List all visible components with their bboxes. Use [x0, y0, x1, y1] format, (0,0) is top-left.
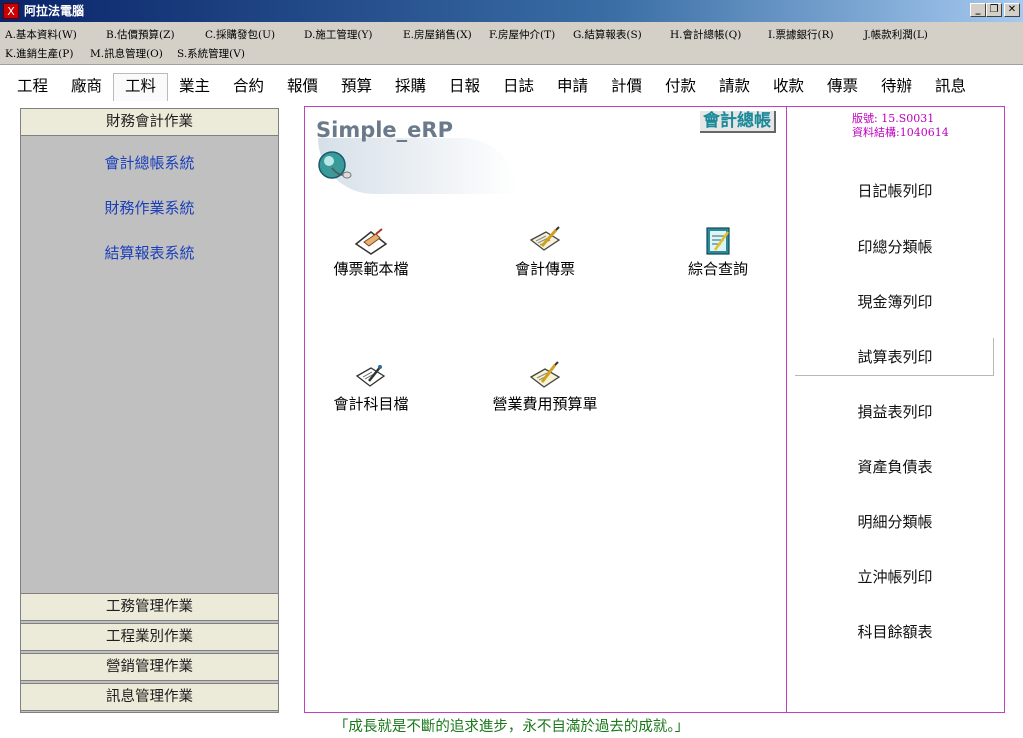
tab-application[interactable]: 申請 — [557, 74, 588, 98]
tab-budget[interactable]: 預算 — [341, 74, 372, 98]
expense-budget-button[interactable]: 營業費用預算單 — [465, 361, 625, 415]
tab-daily-report[interactable]: 日報 — [449, 74, 480, 98]
logo-text: Simple_eRP — [316, 118, 453, 142]
nav-section-message-mgmt[interactable]: 訊息管理作業 — [20, 683, 279, 711]
hand-writing-icon — [354, 228, 388, 255]
menu-item-settlement-report[interactable]: G.結算報表(S) — [573, 26, 642, 44]
voucher-template-label: 傳票範本檔 — [333, 260, 409, 278]
menu-item-inventory-production[interactable]: K.進銷生產(P) — [5, 45, 73, 63]
nav-link-general-ledger[interactable]: 會計總帳系統 — [20, 152, 279, 174]
nav-section-marketing-mgmt[interactable]: 營銷管理作業 — [20, 653, 279, 681]
tab-journal[interactable]: 日誌 — [503, 74, 534, 98]
menu-item-estimate-budget[interactable]: B.估價預算(Z) — [106, 26, 175, 44]
panel-divider — [786, 106, 787, 713]
budget-sheet-icon — [529, 361, 561, 388]
app-icon[interactable]: X — [3, 3, 19, 19]
query-book-icon — [706, 227, 730, 255]
tab-billing[interactable]: 請款 — [719, 74, 750, 98]
window-title: 阿拉法電腦 — [24, 4, 85, 18]
nav-section-engineering-mgmt[interactable]: 工務管理作業 — [20, 593, 279, 621]
tab-contract[interactable]: 合約 — [233, 74, 264, 98]
tab-project[interactable]: 工程 — [17, 74, 48, 98]
globe-mouse-icon — [318, 151, 352, 179]
motto-text: 「成長就是不斷的追求進步，永不自滿於過去的成就。」 — [333, 719, 690, 735]
tab-vendor[interactable]: 廠商 — [71, 74, 102, 98]
nav-link-finance-ops[interactable]: 財務作業系統 — [20, 197, 279, 219]
tab-purchase[interactable]: 採購 — [395, 74, 426, 98]
report-income-statement[interactable]: 損益表列印 — [800, 401, 990, 423]
tab-message[interactable]: 訊息 — [935, 74, 966, 98]
data-structure-version: 資料結構:1040614 — [852, 126, 949, 139]
expense-budget-label: 營業費用預算單 — [492, 395, 598, 413]
accounting-voucher-label: 會計傳票 — [514, 260, 575, 278]
nav-section-project-type[interactable]: 工程業別作業 — [20, 623, 279, 651]
menu-item-message-mgmt[interactable]: M.訊息管理(O) — [90, 45, 163, 63]
restore-button[interactable]: ❐ — [986, 3, 1002, 17]
nav-link-settlement-report[interactable]: 結算報表系統 — [20, 242, 279, 264]
account-subject-label: 會計科目檔 — [333, 395, 409, 413]
general-query-button[interactable]: 綜合查詢 — [638, 226, 798, 280]
tab-valuation[interactable]: 計價 — [611, 74, 642, 98]
tab-todo[interactable]: 待辦 — [881, 74, 912, 98]
version-number: 版號: 15.S0031 — [852, 112, 935, 125]
menu-item-system-mgmt[interactable]: S.系統管理(V) — [177, 45, 245, 63]
report-balance-sheet[interactable]: 資產負債表 — [800, 456, 990, 478]
report-general-ledger[interactable]: 印總分類帳 — [800, 236, 990, 258]
tab-receipt[interactable]: 收款 — [773, 74, 804, 98]
minimize-button[interactable]: _ — [970, 3, 986, 17]
report-trial-balance[interactable]: 試算表列印 — [800, 346, 990, 368]
version-info: 版號: 15.S0031 資料結構:1040614 — [852, 112, 949, 140]
menu-item-bills-bank[interactable]: I.票據銀行(R) — [768, 26, 834, 44]
account-subject-button[interactable]: 會計科目檔 — [291, 361, 451, 415]
tab-voucher[interactable]: 傳票 — [827, 74, 858, 98]
accounting-voucher-button[interactable]: 會計傳票 — [465, 226, 625, 280]
module-title: 會計總帳 — [700, 111, 776, 133]
voucher-template-button[interactable]: 傳票範本檔 — [291, 226, 451, 280]
general-query-label: 綜合查詢 — [687, 260, 748, 278]
tab-materials[interactable]: 工料 — [125, 74, 156, 98]
tab-payment[interactable]: 付款 — [665, 74, 696, 98]
report-journal-print[interactable]: 日記帳列印 — [800, 180, 990, 202]
menu-item-house-sales[interactable]: E.房屋銷售(X) — [403, 26, 472, 44]
report-cash-book[interactable]: 現金簿列印 — [800, 291, 990, 313]
menu-item-construction-mgmt[interactable]: D.施工管理(Y) — [304, 26, 373, 44]
report-detail-ledger[interactable]: 明細分類帳 — [800, 511, 990, 533]
report-offset-account[interactable]: 立沖帳列印 — [800, 566, 990, 588]
menu-item-general-ledger[interactable]: H.會計總帳(Q) — [670, 26, 741, 44]
menu-item-house-agency[interactable]: F.房屋仲介(T) — [489, 26, 555, 44]
close-button[interactable]: ✕ — [1004, 3, 1020, 17]
document-pen-icon — [355, 365, 386, 387]
menu-item-basic-data[interactable]: A.基本資料(W) — [5, 26, 77, 44]
report-account-balance[interactable]: 科目餘額表 — [800, 621, 990, 643]
menu-item-accounts-profit[interactable]: J.帳款利潤(L) — [864, 26, 928, 44]
tab-owner[interactable]: 業主 — [179, 74, 210, 98]
tab-quote[interactable]: 報價 — [287, 74, 318, 98]
menu-item-purchase-contract[interactable]: C.採購發包(U) — [205, 26, 275, 44]
title-bar — [0, 0, 1023, 22]
nav-header-finance[interactable]: 財務會計作業 — [20, 108, 279, 136]
notebook-pencil-icon — [529, 226, 561, 251]
